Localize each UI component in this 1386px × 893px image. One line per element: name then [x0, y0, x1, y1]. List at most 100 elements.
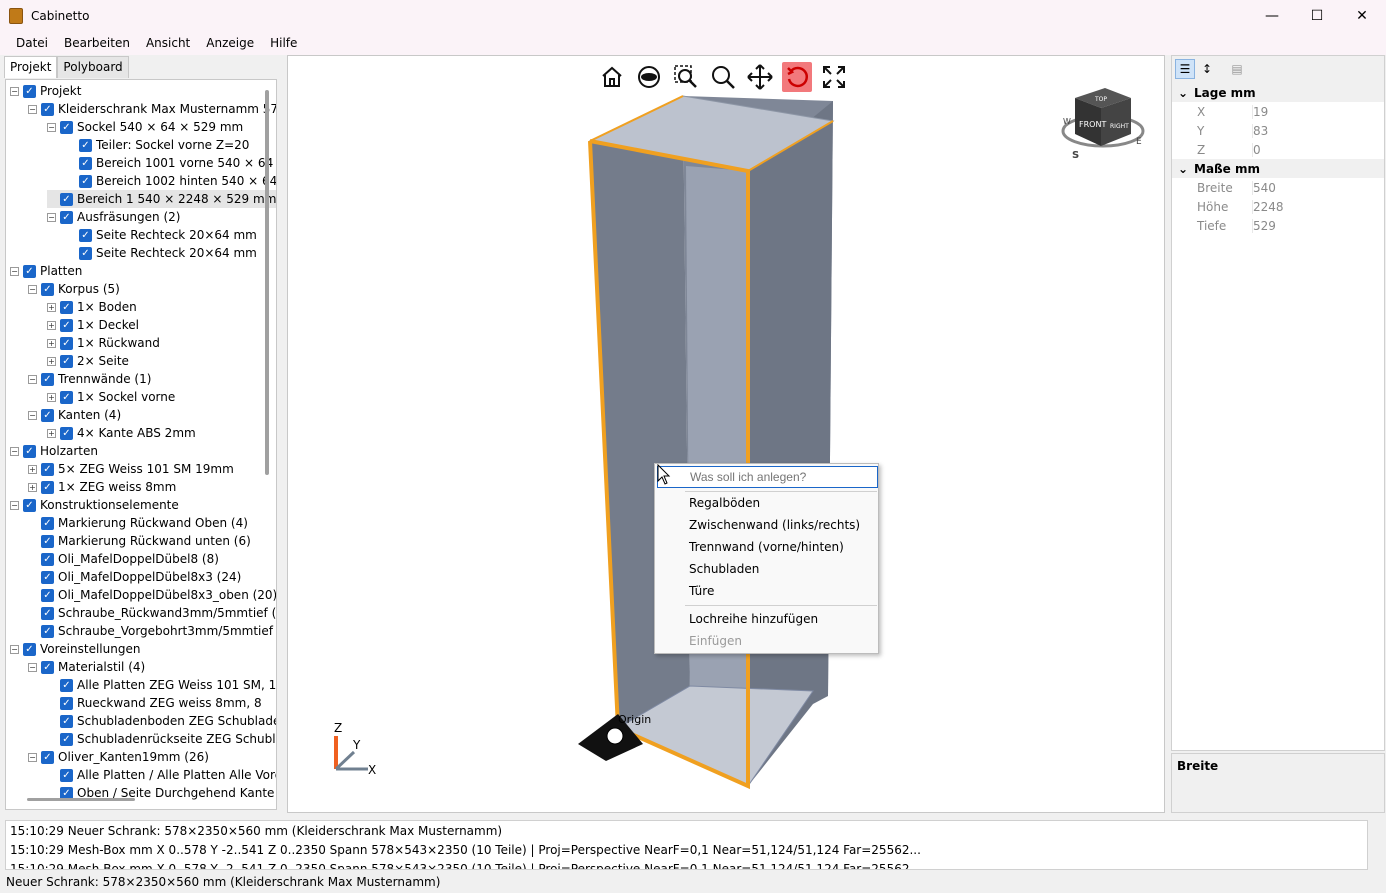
collapse-icon[interactable]: − [47, 212, 56, 222]
minimize-icon[interactable]: — [1249, 0, 1295, 31]
checkbox[interactable]: ✓ [60, 192, 73, 206]
property-row[interactable]: X 19 [1172, 102, 1384, 121]
expand-icon[interactable]: + [47, 428, 56, 438]
collapse-icon[interactable]: − [10, 644, 19, 654]
home-icon[interactable] [597, 62, 627, 92]
checkbox[interactable]: ✓ [60, 768, 73, 782]
3d-viewport[interactable]: Origin Z Y X FRONT TOP RIGHT W S E [287, 55, 1165, 813]
tree-item[interactable]: ✓ Oli_MafelDoppelDübel8x3_oben (20) [28, 586, 276, 604]
tree-item[interactable]: + ✓ 1× Rückwand [47, 334, 160, 352]
close-icon[interactable]: ✕ [1339, 0, 1385, 31]
menu-item-tuere[interactable]: Türe [689, 584, 714, 598]
checkbox[interactable]: ✓ [60, 354, 73, 368]
checkbox[interactable]: ✓ [60, 120, 73, 134]
tree-item[interactable]: − ✓ Kanten (4) [28, 406, 121, 424]
maximize-icon[interactable]: ☐ [1294, 0, 1340, 31]
checkbox[interactable]: ✓ [79, 156, 92, 170]
tree-item[interactable]: ✓ Bereich 1001 vorne 540 × 64 × [66, 154, 276, 172]
property-pages-icon[interactable]: ▤ [1227, 59, 1247, 79]
checkbox[interactable]: ✓ [79, 246, 92, 260]
checkbox[interactable]: ✓ [41, 570, 54, 584]
tree-item[interactable]: ✓ Markierung Rückwand unten (6) [28, 532, 251, 550]
categorized-icon[interactable]: ☰ [1175, 59, 1195, 79]
tree-item[interactable]: − ✓ Materialstil (4) [28, 658, 145, 676]
checkbox[interactable]: ✓ [41, 750, 54, 764]
tree-item[interactable]: − ✓ Sockel 540 × 64 × 529 mm [47, 118, 243, 136]
checkbox[interactable]: ✓ [60, 318, 73, 332]
tree-item[interactable]: + ✓ 5× ZEG Weiss 101 SM 19mm [28, 460, 234, 478]
tree-item[interactable]: ✓ Schraube_Rückwand3mm/5mmtief (1 [28, 604, 276, 622]
tree-item[interactable]: ✓ Alle Platten ZEG Weiss 101 SM, 19 [47, 676, 276, 694]
checkbox[interactable]: ✓ [79, 228, 92, 242]
rotate-icon[interactable] [782, 62, 812, 92]
tree-item[interactable]: + ✓ 1× Deckel [47, 316, 139, 334]
checkbox[interactable]: ✓ [41, 516, 54, 530]
checkbox[interactable]: ✓ [60, 696, 73, 710]
category-masse[interactable]: ⌄ Maße mm [1172, 159, 1384, 178]
tree-vertical-scrollbar[interactable] [265, 90, 269, 475]
expand-icon[interactable]: + [47, 356, 56, 366]
checkbox[interactable]: ✓ [41, 588, 54, 602]
checkbox[interactable]: ✓ [60, 336, 73, 350]
tab-projekt[interactable]: Projekt [4, 56, 58, 78]
tree-item[interactable]: ✓ Bereich 1 540 × 2248 × 529 mm [47, 190, 276, 208]
tree-item[interactable]: − ✓ Holzarten [10, 442, 98, 460]
menu-datei[interactable]: Datei [8, 36, 56, 50]
cabinet-3d-model[interactable]: Origin Z Y X FRONT TOP RIGHT W S E [288, 56, 1165, 813]
tree-item[interactable]: ✓ Schubladenboden ZEG Schublade [47, 712, 276, 730]
tree-item[interactable]: ✓ Rueckwand ZEG weiss 8mm, 8 [47, 694, 262, 712]
tree-item[interactable]: ✓ Oli_MafelDoppelDübel8x3 (24) [28, 568, 241, 586]
tree-item[interactable]: − ✓ Trennwände (1) [28, 370, 151, 388]
collapse-icon[interactable]: − [28, 410, 37, 420]
property-row[interactable]: Tiefe 529 [1172, 216, 1384, 235]
property-row[interactable]: Z0 [1172, 140, 1384, 159]
project-tree[interactable]: − ✓ Projekt − ✓ Kleiderschrank Max Musternamm… [5, 79, 277, 810]
tree-item[interactable]: ✓ Oli_MafelDoppelDübel8 (8) [28, 550, 219, 568]
tree-item[interactable]: − ✓ Oliver_Kanten19mm (26) [28, 748, 209, 766]
collapse-icon[interactable]: − [28, 104, 37, 114]
menu-anzeige[interactable]: Anzeige [198, 36, 262, 50]
checkbox[interactable]: ✓ [60, 732, 73, 746]
checkbox[interactable]: ✓ [60, 714, 73, 728]
tree-item[interactable]: ✓ Bereich 1002 hinten 540 × 64 × [66, 172, 276, 190]
log-panel[interactable]: 15:10:29 Neuer Schrank: 578×2350×560 mm … [5, 820, 1368, 870]
menu-item-trennwand[interactable]: Trennwand (vorne/hinten) [689, 540, 844, 554]
menu-ansicht[interactable]: Ansicht [138, 36, 198, 50]
zoom-icon[interactable] [708, 62, 738, 92]
checkbox[interactable]: ✓ [23, 444, 36, 458]
tab-polyboard[interactable]: Polyboard [57, 56, 129, 78]
tree-item[interactable]: + ✓ 1× Boden [47, 298, 137, 316]
checkbox[interactable]: ✓ [79, 138, 92, 152]
category-lage[interactable]: ⌄ Lage mm [1172, 83, 1384, 102]
tree-item[interactable]: + ✓ 1× ZEG weiss 8mm [28, 478, 176, 496]
fullscreen-icon[interactable] [819, 62, 849, 92]
tree-item[interactable]: + ✓ 4× Kante ABS 2mm [47, 424, 196, 442]
property-row[interactable]: Höhe 2248 [1172, 197, 1384, 216]
menu-bearbeiten[interactable]: Bearbeiten [56, 36, 138, 50]
expand-icon[interactable]: + [47, 338, 56, 348]
checkbox[interactable]: ✓ [60, 390, 73, 404]
collapse-icon[interactable]: − [10, 446, 19, 456]
checkbox[interactable]: ✓ [41, 462, 54, 476]
property-row[interactable]: Breite 540 [1172, 178, 1384, 197]
expand-icon[interactable]: + [28, 482, 37, 492]
menu-item-zwischenwand[interactable]: Zwischenwand (links/rechts) [689, 518, 860, 532]
tree-item[interactable]: − ✓ Konstruktionselemente [10, 496, 179, 514]
checkbox[interactable]: ✓ [23, 642, 36, 656]
tree-item[interactable]: ✓ Markierung Rückwand Oben (4) [28, 514, 248, 532]
checkbox[interactable]: ✓ [41, 624, 54, 638]
tree-item[interactable]: ✓ Teiler: Sockel vorne Z=20 [66, 136, 249, 154]
expand-icon[interactable]: + [47, 392, 56, 402]
checkbox[interactable]: ✓ [23, 84, 36, 98]
sort-alpha-icon[interactable]: ↕ [1197, 59, 1217, 79]
create-search-input[interactable] [657, 466, 878, 488]
checkbox[interactable]: ✓ [79, 174, 92, 188]
tree-item[interactable]: − ✓ Projekt [10, 82, 81, 100]
menu-item-lochreihe[interactable]: Lochreihe hinzufügen [689, 612, 818, 626]
expand-icon[interactable]: + [47, 320, 56, 330]
collapse-icon[interactable]: − [10, 266, 19, 276]
tree-item[interactable]: − ✓ Korpus (5) [28, 280, 120, 298]
collapse-icon[interactable]: − [10, 500, 19, 510]
tree-item[interactable]: − ✓ Kleiderschrank Max Musternamm 578 [28, 100, 276, 118]
checkbox[interactable]: ✓ [60, 300, 73, 314]
